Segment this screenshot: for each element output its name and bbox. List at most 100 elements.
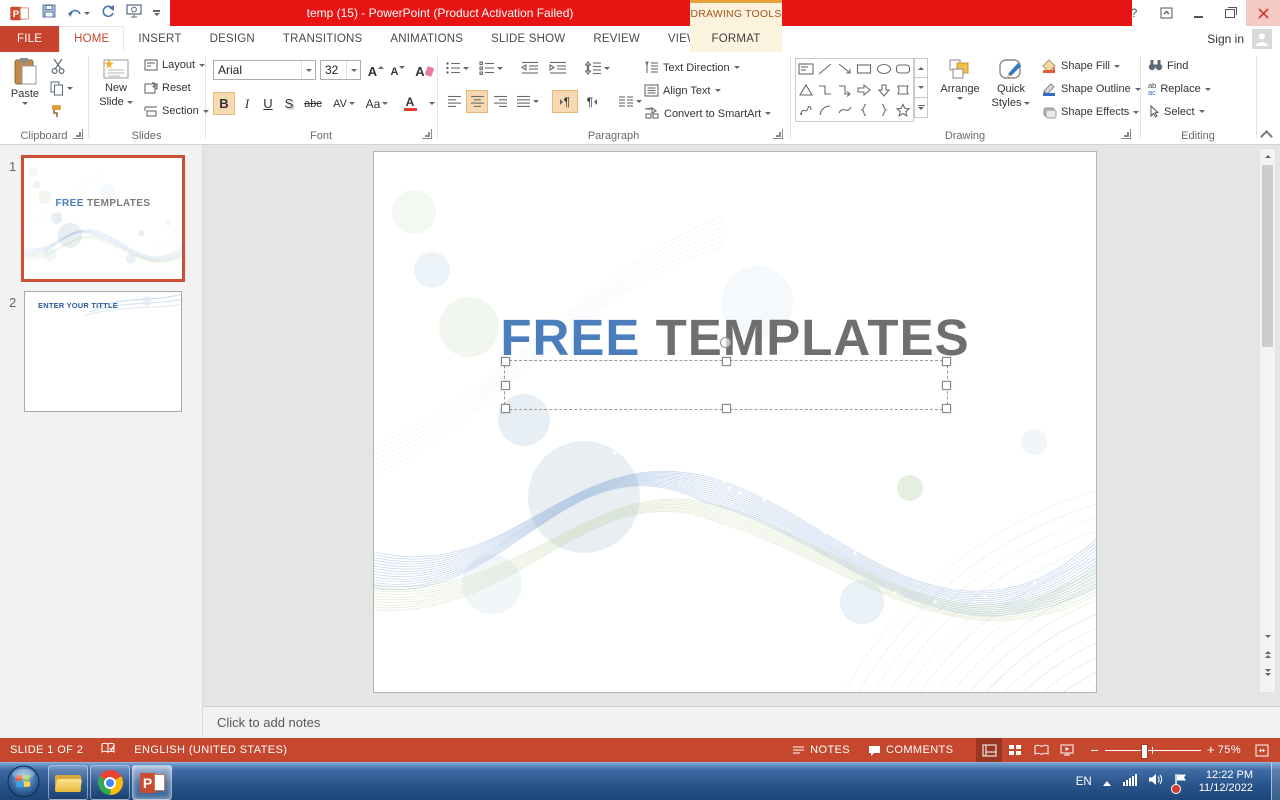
align-text-button[interactable]: Align Text (644, 84, 721, 97)
tab-animations[interactable]: ANIMATIONS (376, 26, 477, 52)
shape-textbox-icon[interactable] (796, 59, 816, 79)
subtitle-placeholder-selection[interactable] (504, 360, 948, 410)
scroll-down-button[interactable] (1260, 629, 1275, 643)
format-painter-button[interactable] (50, 104, 65, 124)
shape-star-icon[interactable] (894, 100, 914, 120)
font-dialog-launcher[interactable] (422, 129, 432, 139)
tab-file[interactable]: FILE (0, 26, 59, 52)
shape-outline-button[interactable]: Shape Outline (1042, 82, 1141, 96)
align-right-button[interactable] (489, 90, 511, 113)
justify-button[interactable] (512, 90, 542, 113)
arrange-button[interactable]: Arrange (937, 58, 983, 100)
shape-freeform-icon[interactable] (796, 100, 816, 120)
section-button[interactable]: Section (144, 105, 209, 117)
text-shadow-button[interactable]: S (278, 92, 300, 115)
collapse-ribbon-button[interactable] (1260, 130, 1273, 143)
notes-placeholder[interactable]: Click to add notes (217, 707, 1280, 738)
tab-design[interactable]: DESIGN (196, 26, 269, 52)
network-icon[interactable] (1122, 773, 1137, 791)
taskbar-file-explorer-button[interactable] (48, 765, 88, 800)
action-center-flag-icon[interactable] (1174, 773, 1188, 792)
shapes-more-button[interactable] (914, 98, 928, 118)
start-from-beginning-button[interactable] (126, 4, 142, 23)
spell-check-button[interactable] (101, 742, 116, 758)
tab-slideshow[interactable]: SLIDE SHOW (477, 26, 579, 52)
slide-thumbnail-2[interactable]: ENTER YOUR TITTLE (24, 291, 182, 412)
resize-handle-se[interactable] (942, 404, 951, 413)
view-reading-button[interactable] (1028, 738, 1054, 762)
slide-indicator[interactable]: SLIDE 1 OF 2 (10, 744, 83, 756)
ribbon-display-options-button[interactable] (1150, 0, 1182, 26)
resize-handle-sw[interactable] (501, 404, 510, 413)
copy-dropdown-arrow[interactable] (67, 87, 73, 90)
taskbar-powerpoint-button[interactable]: P (132, 765, 172, 800)
fit-slide-to-window-button[interactable] (1249, 738, 1275, 762)
slide-canvas[interactable]: FREE TEMPLATES (373, 151, 1097, 693)
close-button[interactable] (1246, 0, 1280, 26)
undo-button[interactable] (67, 7, 90, 20)
copy-button[interactable] (50, 81, 73, 96)
zoom-level[interactable]: 75% (1215, 744, 1241, 756)
vertical-scrollbar[interactable] (1259, 148, 1276, 693)
avatar[interactable] (1252, 29, 1272, 49)
restore-button[interactable] (1214, 0, 1246, 26)
resize-handle-s[interactable] (722, 404, 731, 413)
cut-button[interactable] (50, 58, 66, 79)
bold-button[interactable]: B (213, 92, 235, 115)
notes-pane[interactable]: Click to add notes (203, 706, 1280, 738)
save-button[interactable] (42, 4, 56, 23)
zoom-slider[interactable] (1105, 738, 1201, 762)
font-name-combo[interactable]: Arial (213, 60, 316, 80)
view-normal-button[interactable] (976, 738, 1002, 762)
shape-oval-icon[interactable] (874, 59, 894, 79)
resize-handle-n[interactable] (722, 357, 731, 366)
zoom-slider-thumb[interactable] (1141, 744, 1148, 759)
shape-right-brace-icon[interactable] (874, 100, 894, 120)
tab-transitions[interactable]: TRANSITIONS (269, 26, 377, 52)
minimize-button[interactable] (1182, 0, 1214, 26)
view-slide-sorter-button[interactable] (1002, 738, 1028, 762)
tab-insert[interactable]: INSERT (124, 26, 195, 52)
zoom-out-button[interactable]: − (1090, 745, 1099, 755)
quick-styles-button[interactable]: Quick Styles (987, 58, 1035, 109)
shape-rounded-rectangle-icon[interactable] (894, 59, 914, 79)
numbering-button[interactable] (479, 61, 503, 75)
shape-right-arrow-icon[interactable] (855, 80, 875, 100)
align-left-button[interactable] (443, 90, 465, 113)
scrollbar-thumb[interactable] (1262, 165, 1273, 347)
tab-format[interactable]: FORMAT (690, 26, 782, 52)
drawing-dialog-launcher[interactable] (1121, 129, 1131, 139)
shapes-scroll-up-button[interactable] (914, 58, 928, 78)
reset-button[interactable]: Reset (144, 82, 191, 94)
shape-elbow-arrow-icon[interactable] (835, 80, 855, 100)
next-slide-button[interactable] (1260, 665, 1275, 679)
tab-home[interactable]: HOME (59, 26, 124, 53)
shape-arc-icon[interactable] (816, 100, 836, 120)
shapes-scroll-down-button[interactable] (914, 78, 928, 98)
paragraph-dialog-launcher[interactable] (773, 129, 783, 139)
start-button[interactable] (7, 765, 40, 800)
line-spacing-button[interactable] (585, 61, 610, 75)
redo-button[interactable] (101, 4, 115, 23)
shape-curve-icon[interactable] (835, 100, 855, 120)
keyboard-language-indicator[interactable]: EN (1076, 776, 1092, 788)
resize-handle-nw[interactable] (501, 357, 510, 366)
align-center-button[interactable] (466, 90, 488, 113)
help-button[interactable]: ? (1118, 0, 1150, 26)
previous-slide-button[interactable] (1260, 647, 1275, 661)
bullets-button[interactable] (445, 61, 469, 75)
replace-button[interactable]: abac Replace (1148, 82, 1211, 96)
notes-toggle-button[interactable]: NOTES (783, 738, 859, 762)
resize-handle-ne[interactable] (942, 357, 951, 366)
slide-title-text[interactable]: FREE TEMPLATES (374, 308, 1096, 367)
comments-toggle-button[interactable]: COMMENTS (859, 738, 962, 762)
text-direction-button[interactable]: Text Direction (644, 61, 740, 74)
clear-formatting-button[interactable]: A (413, 60, 435, 83)
layout-button[interactable]: Layout (144, 59, 205, 71)
font-name-dropdown[interactable] (301, 61, 315, 79)
paste-button[interactable]: Paste (5, 57, 45, 105)
font-size-dropdown[interactable] (346, 61, 360, 79)
show-desktop-button[interactable] (1271, 763, 1280, 800)
shape-rectangle-icon[interactable] (855, 59, 875, 79)
shape-effects-button[interactable]: Shape Effects (1042, 105, 1139, 119)
